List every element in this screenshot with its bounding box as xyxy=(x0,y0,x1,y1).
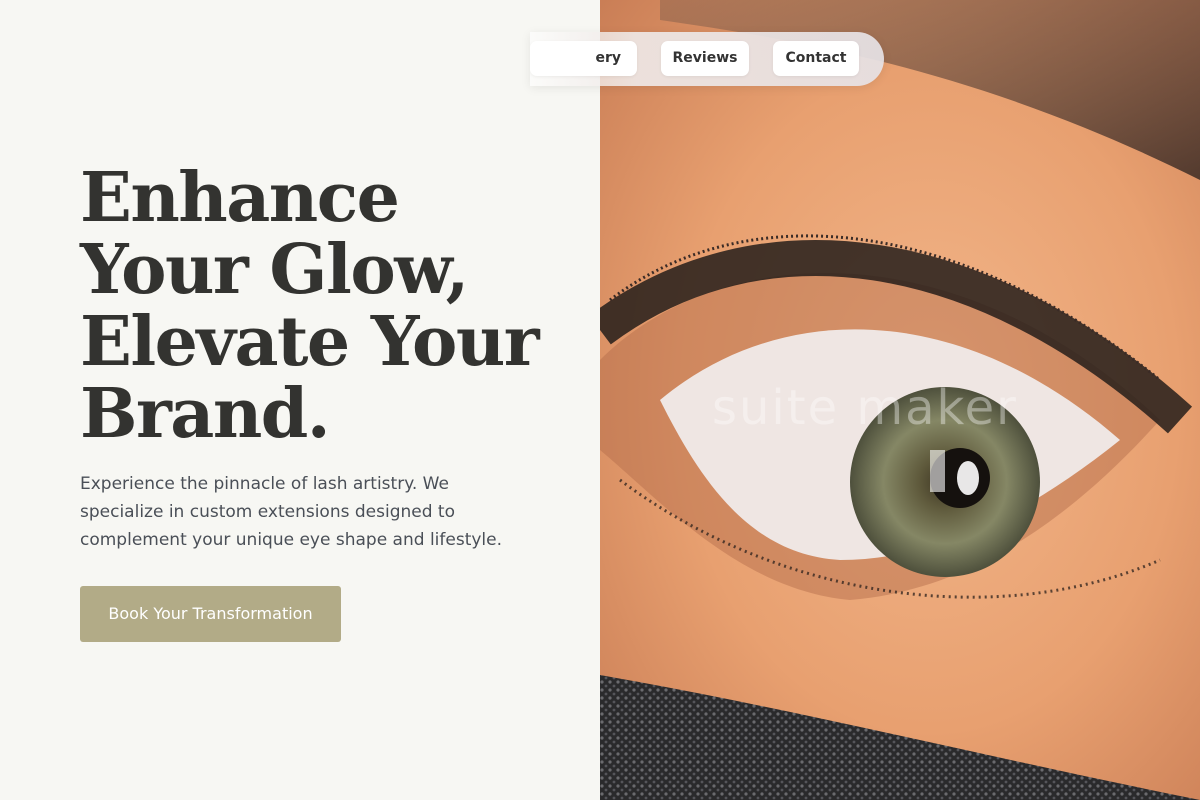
hero-description: Experience the pinnacle of lash artistry… xyxy=(80,474,503,550)
nav-reviews-link[interactable]: Reviews xyxy=(661,41,749,76)
book-transformation-button[interactable]: Book Your Transformation xyxy=(80,586,341,642)
hero-headline: Enhance Your Glow, Elevate Your Brand. xyxy=(80,158,540,454)
hero-text-panel: Enhance Your Glow, Elevate Your Brand. E… xyxy=(0,0,600,800)
hero-image-panel: suite maker xyxy=(600,0,1200,800)
nav-contact-link[interactable]: Contact xyxy=(773,41,859,76)
top-nav-bar: ery Reviews Contact xyxy=(530,32,884,86)
nav-gallery-link[interactable]: ery xyxy=(530,41,637,76)
image-watermark: suite maker xyxy=(712,380,1018,436)
